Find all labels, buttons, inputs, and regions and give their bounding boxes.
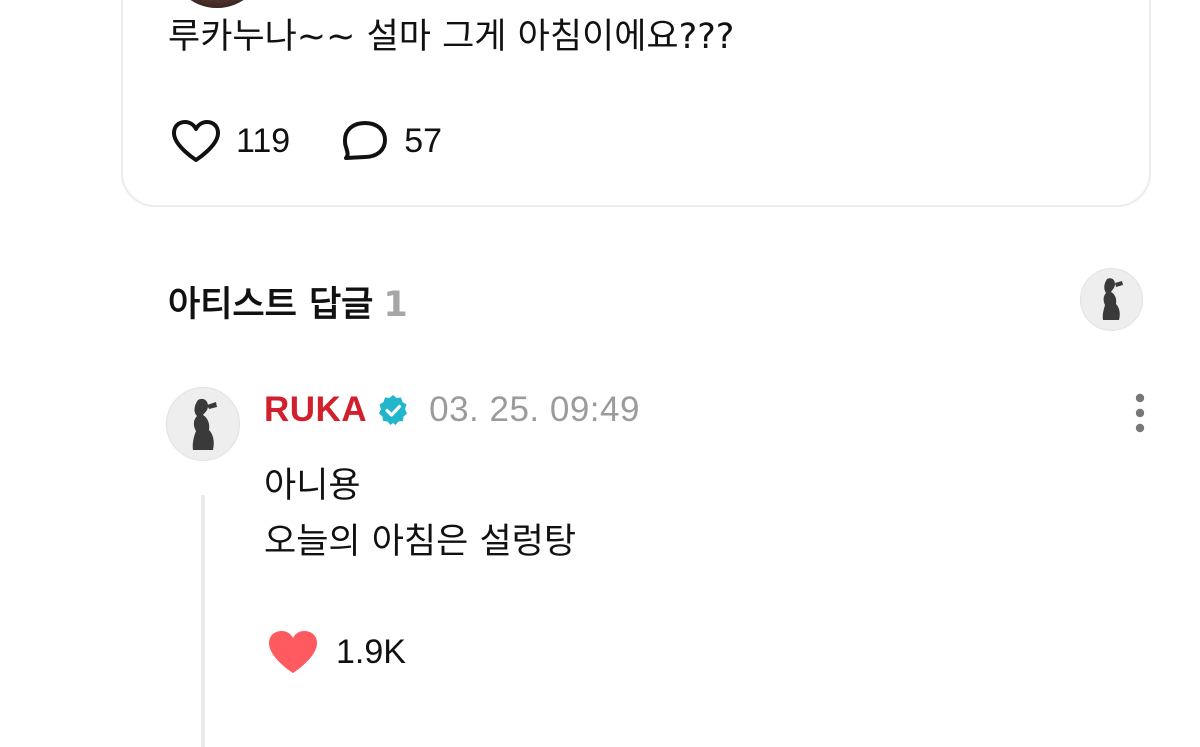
verified-badge-icon (379, 395, 408, 425)
more-vertical-icon[interactable] (1130, 392, 1150, 436)
artist-silhouette-icon (192, 398, 217, 450)
reply-author-name[interactable]: RUKA (264, 390, 367, 430)
post-actions: 119 57 (170, 118, 492, 164)
post-text: 루카누나~~ 설마 그게 아침이에요??? (168, 17, 735, 57)
artist-silhouette-icon (1102, 278, 1123, 320)
heart-filled-icon (269, 631, 317, 673)
post-author-avatar[interactable] (169, 0, 265, 8)
section-header: 아티스트 답글 1 (168, 276, 408, 327)
like-button[interactable]: 119 (170, 118, 290, 164)
section-title: 아티스트 답글 (168, 285, 374, 325)
comment-button[interactable]: 57 (340, 118, 442, 164)
reply-body: 아니용 오늘의 아침은 설렁탕 (264, 458, 576, 570)
reply-line-1: 아니용 (264, 466, 361, 506)
reply-like-button[interactable]: 1.9K (266, 628, 406, 676)
reply-author-avatar[interactable] (166, 387, 240, 461)
thread-line (201, 495, 205, 747)
reply-header: RUKA 03. 25. 09:49 (264, 390, 640, 430)
fan-post-screen: 루카누나~~ 설마 그게 아침이에요??? 119 57 아티스트 답글 1 R… (0, 0, 1200, 747)
reply-line-2: 오늘의 아침은 설렁탕 (264, 522, 577, 562)
heart-outline-icon (172, 120, 220, 162)
section-count: 1 (383, 285, 408, 325)
artist-avatar[interactable] (1080, 268, 1143, 331)
speech-bubble-icon (343, 121, 388, 160)
reply-like-count: 1.9K (336, 632, 406, 671)
like-count: 119 (236, 121, 291, 160)
comment-count: 57 (404, 121, 443, 160)
reply-timestamp: 03. 25. 09:49 (429, 390, 640, 429)
